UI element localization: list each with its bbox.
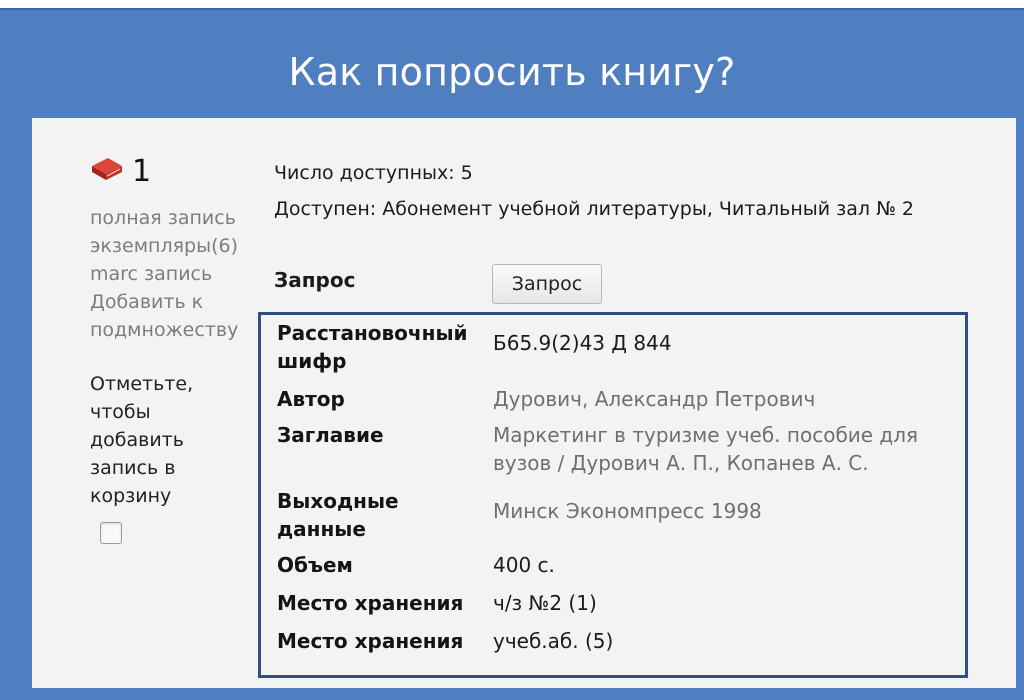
detail-value: Маркетинг в туризме учеб. пособие для ву… <box>493 423 919 475</box>
detail-value: Дурович, Александр Петрович <box>493 387 816 411</box>
record-number: 1 <box>132 154 152 189</box>
detail-value: учеб.аб. (5) <box>493 629 614 653</box>
detail-label: Расстановочный шифр <box>277 321 468 373</box>
detail-value: Минск Экономпресс 1998 <box>493 499 762 523</box>
record-panel: 1 полная запись экземпляры(6) marc запис… <box>32 118 1016 688</box>
detail-label: Выходные данные <box>277 489 399 541</box>
detail-label: Объем <box>277 553 353 577</box>
book-icon <box>92 158 122 180</box>
request-button[interactable]: Запрос <box>492 264 602 304</box>
copies-link[interactable]: экземпляры(6) <box>90 232 270 260</box>
request-label: Запрос <box>274 268 356 292</box>
full-record-link[interactable]: полная запись <box>90 204 270 232</box>
detail-value: 400 с. <box>493 553 555 577</box>
available-location: Доступен: Абонемент учебной литературы, … <box>274 198 914 220</box>
marc-record-link[interactable]: marc запись <box>90 260 270 288</box>
add-to-subset-link[interactable]: Добавить к подмножеству <box>90 288 260 344</box>
detail-label: Место хранения <box>277 629 464 653</box>
available-count: Число доступных: 5 <box>274 162 473 184</box>
detail-value: ч/з №2 (1) <box>493 591 597 615</box>
cart-hint: Отметьте, чтобы добавить запись в корзин… <box>90 373 194 507</box>
detail-label: Автор <box>277 387 345 411</box>
add-to-cart-checkbox[interactable] <box>100 522 122 544</box>
page-frame: Как попросить книгу? 1 полная запись экз… <box>0 8 1024 700</box>
page-title: Как попросить книгу? <box>288 50 736 94</box>
detail-value: Б65.9(2)43 Д 844 <box>493 331 672 355</box>
details-box: Расстановочный шифр Б65.9(2)43 Д 844 Авт… <box>258 312 968 678</box>
record-links: полная запись экземпляры(6) marc запись … <box>90 204 270 344</box>
detail-label: Место хранения <box>277 591 464 615</box>
detail-label: Заглавие <box>277 423 384 447</box>
